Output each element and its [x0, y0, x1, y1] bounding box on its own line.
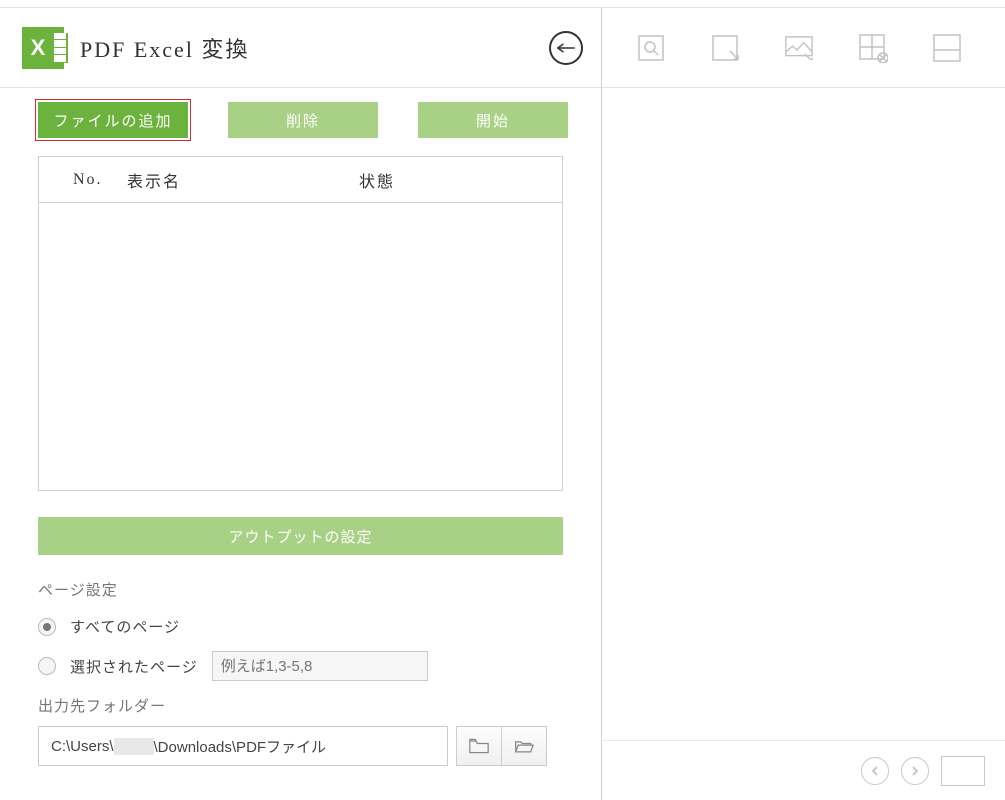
preview-area	[602, 88, 1005, 740]
excel-icon: X	[22, 27, 64, 69]
page-settings-label: ページ設定	[38, 579, 563, 600]
next-page-button[interactable]	[901, 757, 929, 785]
open-folder-button[interactable]	[501, 726, 547, 766]
folder-row: C:\Users\xxxx\Downloads\PDFファイル	[38, 726, 563, 766]
browse-folder-button[interactable]	[456, 726, 502, 766]
arrow-left-icon	[557, 42, 575, 54]
output-folder-input[interactable]: C:\Users\xxxx\Downloads\PDFファイル	[38, 726, 448, 766]
grid-close-icon	[858, 33, 888, 63]
output-settings-button[interactable]: アウトプットの設定	[38, 517, 563, 555]
radio-all-pages[interactable]	[38, 618, 56, 636]
prev-page-button[interactable]	[861, 757, 889, 785]
col-name: 表示名	[127, 168, 359, 192]
fit-page-tool[interactable]	[784, 33, 814, 63]
add-file-button[interactable]: ファイルの追加	[38, 102, 188, 138]
col-no: No.	[73, 171, 127, 189]
page-number-box[interactable]	[941, 756, 985, 786]
table-header: No. 表示名 状態	[39, 157, 562, 203]
magnifier-icon	[636, 33, 666, 63]
preview-footer	[602, 740, 1005, 800]
preview-toolbar	[602, 8, 1005, 88]
zoom-tool[interactable]	[636, 33, 666, 63]
col-status: 状態	[359, 168, 395, 192]
radio-selected-pages[interactable]	[38, 657, 56, 675]
chevron-right-icon	[910, 766, 920, 776]
output-folder-label: 出力先フォルダー	[38, 695, 563, 716]
radio-selected-label: 選択されたページ	[70, 656, 198, 677]
folder-path-suffix: \Downloads\PDFファイル	[154, 736, 327, 757]
page-range-input[interactable]	[212, 651, 428, 681]
image-icon	[784, 35, 814, 59]
fit-width-tool[interactable]	[710, 33, 740, 63]
radio-all-label: すべてのページ	[70, 616, 180, 637]
folder-icon	[469, 738, 489, 754]
right-panel	[602, 8, 1005, 800]
page-title: PDF Excel 変換	[80, 32, 249, 64]
back-button[interactable]	[549, 31, 583, 65]
action-button-row: ファイルの追加 削除 開始	[0, 88, 601, 156]
fit-width-icon	[710, 33, 740, 63]
grid-tool[interactable]	[858, 33, 888, 63]
folder-open-icon	[514, 738, 534, 754]
delete-button[interactable]: 削除	[228, 102, 378, 138]
redacted-username: xxxx	[114, 738, 154, 755]
split-icon	[932, 33, 962, 63]
radio-row-all: すべてのページ	[38, 616, 563, 637]
window-topbar	[0, 0, 1005, 8]
chevron-left-icon	[870, 766, 880, 776]
radio-row-selected: 選択されたページ	[38, 651, 563, 681]
split-tool[interactable]	[932, 33, 962, 63]
left-header: X PDF Excel 変換	[0, 8, 601, 88]
table-body[interactable]	[39, 203, 562, 490]
settings-group: ページ設定 すべてのページ 選択されたページ 出力先フォルダー C:\Users…	[0, 579, 601, 766]
file-table: No. 表示名 状態	[38, 156, 563, 491]
left-panel: X PDF Excel 変換 ファイルの追加 削除 開始 No. 表示名 状態 …	[0, 8, 602, 800]
folder-path-prefix: C:\Users\	[51, 738, 114, 755]
start-button[interactable]: 開始	[418, 102, 568, 138]
